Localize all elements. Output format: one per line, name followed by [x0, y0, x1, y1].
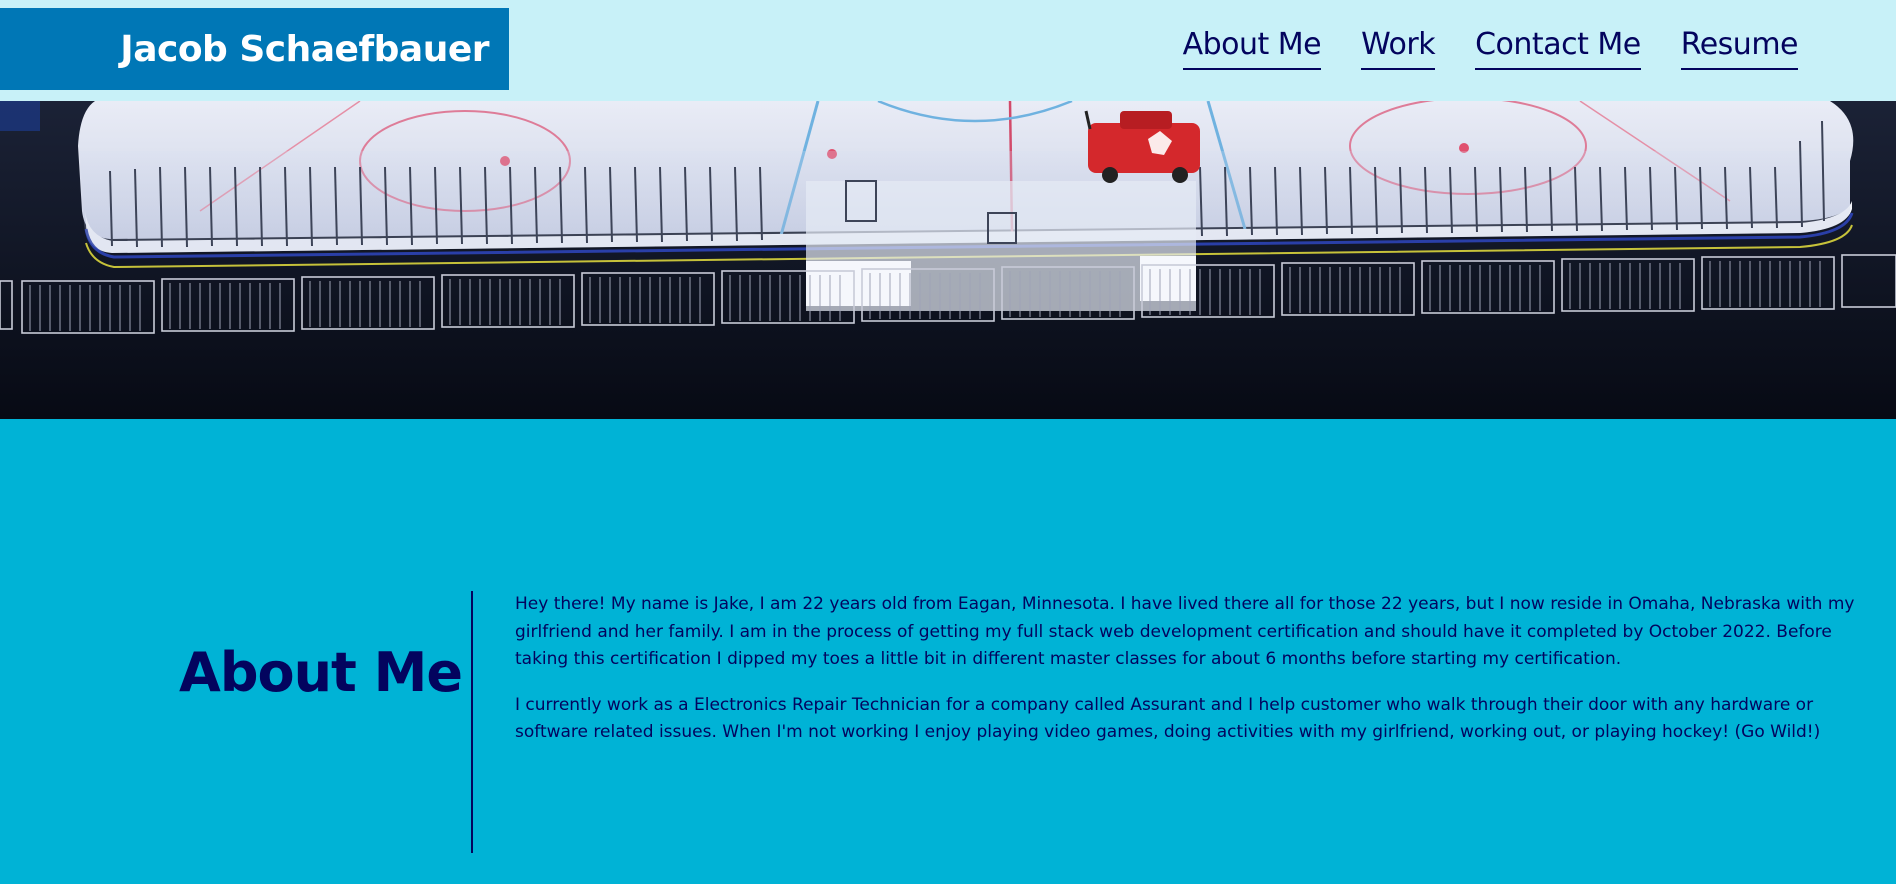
nav-link-work[interactable]: Work	[1361, 26, 1436, 70]
about-text: Hey there! My name is Jake, I am 22 year…	[515, 591, 1855, 765]
about-paragraph-2: I currently work as a Electronics Repair…	[515, 694, 1821, 743]
site-header: Jacob Schaefbauer About Me Work Contact …	[0, 0, 1896, 101]
about-title: About Me	[179, 640, 463, 704]
nav-link-about-me[interactable]: About Me	[1182, 26, 1322, 70]
about-paragraph-1: Hey there! My name is Jake, I am 22 year…	[515, 594, 1855, 669]
about-section: About Me Hey there! My name is Jake, I a…	[0, 419, 1896, 884]
hero-image	[0, 101, 1896, 419]
hockey-rink-illustration	[0, 101, 1896, 419]
nav-link-resume[interactable]: Resume	[1680, 26, 1799, 70]
brand-name[interactable]: Jacob Schaefbauer	[120, 29, 489, 70]
nav-link-contact-me[interactable]: Contact Me	[1475, 26, 1641, 70]
brand-banner[interactable]: Jacob Schaefbauer	[0, 8, 509, 90]
main-nav: About Me Work Contact Me Resume	[1182, 26, 1799, 70]
about-divider	[471, 591, 473, 853]
